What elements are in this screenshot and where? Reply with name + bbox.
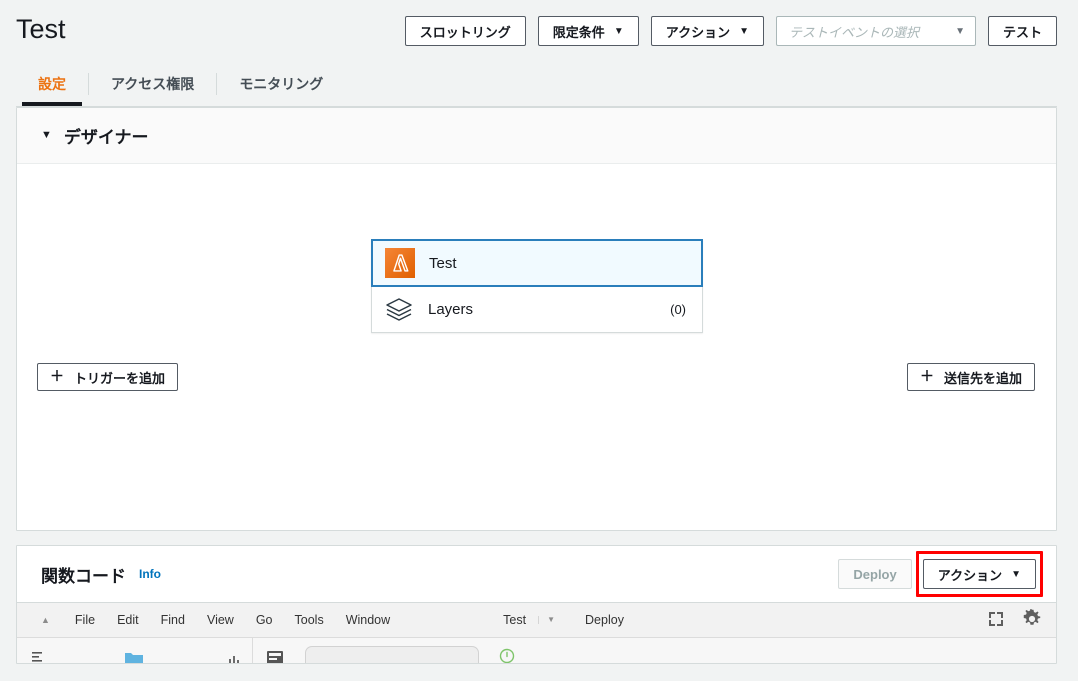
designer-function-row[interactable]: Test xyxy=(371,239,703,287)
editor-layout-icon[interactable] xyxy=(267,651,283,663)
tab-permissions[interactable]: アクセス権限 xyxy=(89,62,216,106)
tab-permissions-label: アクセス権限 xyxy=(111,76,195,92)
function-code-actions-label: アクション xyxy=(937,567,1003,583)
chevron-down-icon[interactable]: ▼ xyxy=(41,130,52,141)
designer-layers-count: (0) xyxy=(670,301,686,317)
header-actions-button-label: アクション xyxy=(665,24,731,40)
tab-bar: 設定 アクセス権限 モニタリング xyxy=(0,62,1078,107)
ide-menu-find[interactable]: Find xyxy=(150,613,196,627)
function-code-header: 関数コード Info Deploy アクション ▼ xyxy=(17,546,1056,602)
gear-icon[interactable] xyxy=(1022,609,1042,629)
editor-tab[interactable] xyxy=(305,646,479,663)
add-trigger-button[interactable]: ＋ トリガーを追加 xyxy=(37,363,179,391)
function-code-panel: 関数コード Info Deploy アクション ▼ ▲ File Edit Fi… xyxy=(16,545,1057,664)
page-header: Test スロットリング 限定条件 ▼ アクション ▼ テストイベントの選択 ▼… xyxy=(0,0,1078,62)
tab-configuration[interactable]: 設定 xyxy=(16,62,88,106)
throttle-button[interactable]: スロットリング xyxy=(404,16,526,46)
designer-layers-label: Layers xyxy=(428,300,474,318)
test-event-select[interactable]: テストイベントの選択 ▼ xyxy=(775,16,976,46)
designer-layers-row[interactable]: Layers (0) xyxy=(372,286,702,332)
status-ok-icon xyxy=(499,648,515,663)
cloud9-ide: ▲ File Edit Find View Go Tools Window Te… xyxy=(17,602,1056,663)
ide-menu-go[interactable]: Go xyxy=(245,613,284,627)
qualifiers-button-label: 限定条件 xyxy=(552,24,605,40)
designer-function-node: Test Layers (0) xyxy=(371,239,703,333)
chevron-down-icon: ▼ xyxy=(955,26,965,37)
ide-editor-pane[interactable] xyxy=(253,638,1056,663)
ide-menu-edit[interactable]: Edit xyxy=(106,613,150,627)
throttle-button-label: スロットリング xyxy=(419,24,511,40)
chevron-down-icon: ▼ xyxy=(1011,569,1021,580)
tab-monitoring-label: モニタリング xyxy=(239,76,324,92)
designer-panel: ▼ デザイナー Test Layers (0) ＋ トリガーを追加 ＋ 送信先を… xyxy=(16,107,1057,531)
actions-button-wrapper: アクション ▼ xyxy=(915,551,1043,597)
function-code-title: 関数コード xyxy=(41,566,126,586)
test-event-select-placeholder: テストイベントの選択 xyxy=(788,24,919,40)
header-action-bar: スロットリング 限定条件 ▼ アクション ▼ テストイベントの選択 ▼ テスト xyxy=(404,16,1057,46)
qualifiers-button[interactable]: 限定条件 ▼ xyxy=(537,16,639,46)
tab-configuration-label: 設定 xyxy=(38,76,66,92)
test-button-label: テスト xyxy=(1002,24,1042,40)
function-code-actions: Deploy アクション ▼ xyxy=(838,551,1043,597)
ide-panels xyxy=(17,637,1056,663)
ide-menu-window[interactable]: Window xyxy=(335,613,401,627)
ide-file-tree-pane[interactable] xyxy=(17,638,253,663)
add-destination-button[interactable]: ＋ 送信先を追加 xyxy=(906,363,1035,391)
ide-run-config[interactable]: Test xyxy=(493,613,536,627)
designer-title: デザイナー xyxy=(63,128,149,147)
function-code-actions-button[interactable]: アクション ▼ xyxy=(922,559,1036,589)
test-button[interactable]: テスト xyxy=(987,16,1057,46)
ide-menu-file[interactable]: File xyxy=(64,613,106,627)
page-title: Test xyxy=(16,14,66,44)
ide-deploy-button[interactable]: Deploy xyxy=(575,613,634,627)
deploy-button-label: Deploy xyxy=(853,566,897,582)
designer-function-label: Test xyxy=(429,254,457,272)
add-trigger-button-label: トリガーを追加 xyxy=(74,370,166,386)
designer-header: ▼ デザイナー xyxy=(17,108,1056,164)
ide-run-group: Test ▼ Deploy xyxy=(493,613,634,627)
ide-menu-view[interactable]: View xyxy=(196,613,245,627)
info-link[interactable]: Info xyxy=(139,567,161,581)
add-destination-button-label: 送信先を追加 xyxy=(943,370,1022,386)
chevron-down-icon: ▼ xyxy=(613,26,624,37)
tree-toggle-icon[interactable] xyxy=(31,650,45,663)
ide-right-icons xyxy=(986,609,1042,629)
lambda-icon xyxy=(385,248,415,278)
ide-menu-bar: ▲ File Edit Find View Go Tools Window Te… xyxy=(17,603,1056,637)
designer-canvas: Test Layers (0) ＋ トリガーを追加 ＋ 送信先を追加 xyxy=(17,164,1056,531)
header-actions-button[interactable]: アクション ▼ xyxy=(650,16,764,46)
deploy-button[interactable]: Deploy xyxy=(838,559,912,589)
chevron-up-icon[interactable]: ▲ xyxy=(27,615,64,625)
tree-settings-icon[interactable] xyxy=(228,650,242,663)
plus-icon: ＋ xyxy=(50,368,64,384)
layers-icon xyxy=(386,298,412,321)
plus-icon: ＋ xyxy=(919,368,934,384)
tab-bottom-rule xyxy=(16,106,1057,107)
chevron-down-icon[interactable]: ▼ xyxy=(538,616,563,624)
fullscreen-icon[interactable] xyxy=(986,609,1006,629)
ide-menu-tools[interactable]: Tools xyxy=(284,613,335,627)
chevron-down-icon: ▼ xyxy=(739,26,749,37)
tab-monitoring[interactable]: モニタリング xyxy=(217,62,345,106)
folder-icon[interactable] xyxy=(125,650,143,663)
